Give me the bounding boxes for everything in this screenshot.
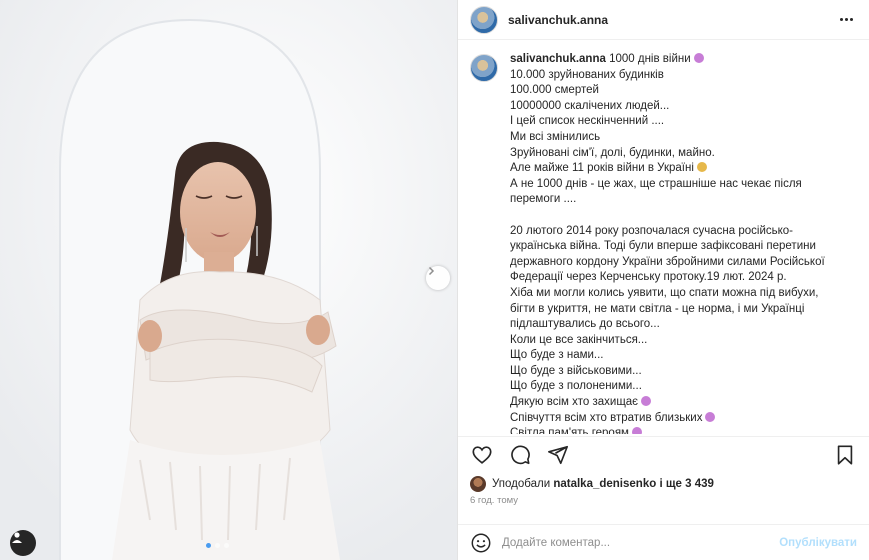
caption-line-text: 10.000 зруйнованих будинків — [510, 68, 664, 81]
emoji-icon — [631, 427, 642, 434]
emoji-icon — [705, 411, 716, 422]
caption-line: Хіба ми могли колись уявити, що спати мо… — [510, 286, 840, 302]
caption-line: державного кордону України збройними сил… — [510, 255, 840, 271]
caption-avatar[interactable] — [470, 54, 498, 82]
add-comment-bar: Опублікувати — [458, 524, 869, 560]
post-timestamp[interactable]: 6 год. тому — [470, 495, 518, 506]
caption-line-text: 20 лютого 2014 року розпочалася сучасна … — [510, 224, 794, 237]
caption-line-text: Зруйновані сім'ї, долі, будинки, майно. — [510, 146, 715, 159]
caption-line: salivanchuk.anna 1000 днів війни — [510, 52, 840, 68]
author-username[interactable]: salivanchuk.anna — [508, 13, 608, 27]
caption-line-text: А не 1000 днів - це жах, ще страшніше на… — [510, 177, 802, 190]
tagged-people-button[interactable] — [10, 530, 36, 556]
heart-icon[interactable] — [470, 443, 494, 467]
caption-line-text: перемоги .... — [510, 193, 577, 206]
comment-input[interactable] — [502, 536, 780, 549]
caption-line-text: 1000 днів війни — [609, 53, 691, 65]
caption-line-text: Федерації через Керченську протоку.19 лю… — [510, 271, 787, 284]
caption-line: Що буде з військовими... — [510, 364, 840, 380]
caption-line-text: українська війна. Тоді були вперше зафік… — [510, 240, 816, 253]
carousel-dot — [224, 543, 229, 548]
more-options-icon[interactable] — [835, 18, 857, 21]
caption-line: Але майже 11 років війни в Україні — [510, 161, 840, 177]
comment-icon[interactable] — [508, 443, 532, 467]
caption-line: Зруйновані сім'ї, долі, будинки, майно. — [510, 146, 840, 162]
caption-line-text: Що буде з військовими... — [510, 364, 642, 377]
carousel-dot-active — [206, 543, 211, 548]
caption-line-text: Хіба ми могли колись уявити, що спати мо… — [510, 286, 819, 299]
carousel-dot — [215, 543, 220, 548]
caption-line: Що буде з полоненими... — [510, 379, 840, 395]
caption-line-text: Що буде з полоненими... — [510, 380, 642, 393]
caption-line-text: підлаштувались до всього... — [510, 318, 660, 331]
caption-line: 10.000 зруйнованих будинків — [510, 68, 840, 84]
post-comment-button[interactable]: Опублікувати — [779, 537, 857, 549]
caption-line: Співчуття всім хто втратив близьких — [510, 411, 840, 427]
caption-line — [510, 208, 840, 224]
caption-line: Дякую всім хто захищає — [510, 395, 840, 411]
comments-area: salivanchuk.anna 1000 днів війни 10.000 з… — [458, 52, 869, 434]
user-icon — [12, 532, 22, 543]
caption-line: Федерації через Керченську протоку.19 лю… — [510, 270, 840, 286]
caption-line: 100.000 смертей — [510, 83, 840, 99]
caption-username[interactable]: salivanchuk.anna — [510, 53, 606, 65]
emoji-icon — [696, 162, 707, 173]
liker-avatar[interactable] — [470, 476, 486, 492]
caption-line: бігти в укриття, не мати світла - це нор… — [510, 302, 840, 318]
caption-line-text: 10000000 скалічених людей... — [510, 99, 670, 112]
photo-woman-in-white-sweater — [0, 0, 457, 560]
chevron-right-icon — [428, 266, 435, 276]
caption-line: Ми всі змінились — [510, 130, 840, 146]
emoji-icon[interactable] — [470, 532, 492, 554]
bookmark-icon[interactable] — [833, 443, 857, 467]
caption-line: перемоги .... — [510, 192, 840, 208]
likes-prefix: Уподобали — [492, 478, 551, 490]
post-photo[interactable] — [0, 0, 458, 560]
emoji-icon — [693, 53, 704, 63]
caption-line: Світла пам'ять героям — [510, 426, 840, 434]
post-actions — [458, 436, 869, 472]
caption-line: А не 1000 днів - це жах, ще страшніше на… — [510, 177, 840, 193]
caption-line: 10000000 скалічених людей... — [510, 99, 840, 115]
post-details-panel: salivanchuk.anna salivanchuk.anna 1000 д… — [458, 0, 869, 560]
caption-line-text: Співчуття всім хто втратив близьких — [510, 411, 703, 424]
caption-line-text: бігти в укриття, не мати світла - це нор… — [510, 302, 805, 315]
caption-line-text: Але майже 11 років війни в Україні — [510, 162, 694, 175]
caption-line-text: Ми всі змінились — [510, 130, 601, 143]
caption-line-text: 100.000 смертей — [510, 84, 599, 97]
likes-count[interactable]: і ще 3 439 — [659, 478, 713, 490]
post-header: salivanchuk.anna — [458, 0, 869, 40]
caption-line-text: Що буде з нами... — [510, 349, 604, 362]
liker-username[interactable]: natalka_denisenko — [553, 478, 656, 490]
caption-text: salivanchuk.anna 1000 днів війни 10.000 з… — [510, 52, 840, 434]
caption-line: українська війна. Тоді були вперше зафік… — [510, 239, 840, 255]
next-photo-button[interactable] — [426, 266, 450, 290]
caption-line-text: Дякую всім хто захищає — [510, 396, 639, 409]
caption-line-text: Світла пам'ять героям — [510, 427, 629, 434]
caption-line: Що буде з нами... — [510, 348, 840, 364]
caption-line: Коли це все закінчиться... — [510, 333, 840, 349]
likes-summary: Уподобали natalka_denisenko і ще 3 439 — [470, 476, 714, 492]
carousel-indicator — [206, 543, 229, 548]
caption-line: підлаштувались до всього... — [510, 317, 840, 333]
caption-line-text: державного кордону України збройними сил… — [510, 255, 825, 268]
caption-line-text: Коли це все закінчиться... — [510, 333, 648, 346]
caption-line: 20 лютого 2014 року розпочалася сучасна … — [510, 224, 840, 240]
share-icon[interactable] — [546, 443, 570, 467]
avatar[interactable] — [470, 5, 498, 34]
caption-line: І цей список нескінченний .... — [510, 114, 840, 130]
emoji-icon — [641, 396, 652, 407]
caption: salivanchuk.anna 1000 днів війни 10.000 з… — [470, 52, 857, 434]
caption-line-text: І цей список нескінченний .... — [510, 115, 665, 128]
